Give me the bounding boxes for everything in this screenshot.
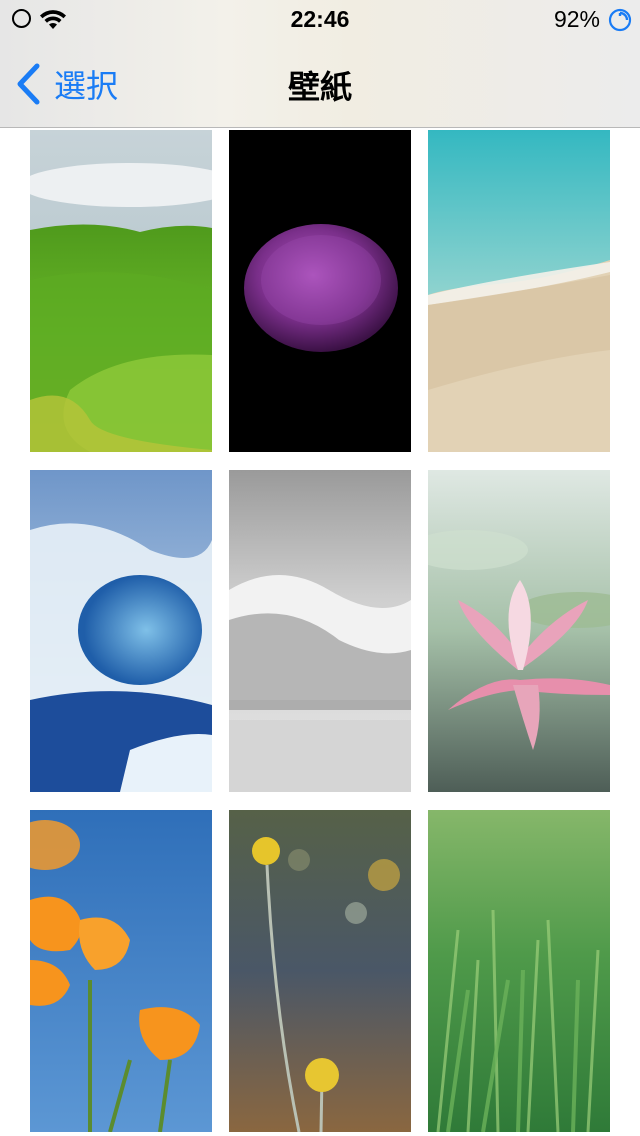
page-title: 壁紙 — [287, 69, 352, 105]
battery-percentage: 92% — [553, 6, 600, 32]
wallpaper-dewy-grass[interactable] — [428, 810, 610, 1132]
wallpaper-grid — [0, 130, 640, 1136]
blue-wave-image — [30, 470, 212, 792]
wallpaper-purple-flower[interactable] — [229, 130, 411, 452]
wallpaper-yellow-billy-buttons[interactable] — [229, 810, 411, 1132]
wallpaper-green-hills[interactable] — [30, 130, 212, 452]
navigation-bar: 選択 壁紙 — [0, 40, 640, 128]
wallpaper-orange-poppies[interactable] — [30, 810, 212, 1132]
dewy-grass-image — [428, 810, 610, 1132]
green-hills-image — [30, 130, 212, 452]
wallpaper-blue-wave[interactable] — [30, 470, 212, 792]
purple-flower-image — [229, 130, 411, 452]
lotus-image — [428, 470, 610, 792]
bw-wave-image — [229, 470, 411, 792]
status-bar: 22:46 92% — [0, 0, 640, 40]
header: 22:46 92% 選択 壁紙 — [0, 0, 640, 128]
beach-shore-image — [428, 130, 610, 452]
status-time: 22:46 — [290, 6, 350, 32]
yellow-billy-buttons-image — [229, 810, 411, 1132]
orange-poppies-image — [30, 810, 212, 1132]
wallpaper-beach-shore[interactable] — [428, 130, 610, 452]
wallpaper-bw-wave[interactable] — [229, 470, 411, 792]
wallpaper-lotus[interactable] — [428, 470, 610, 792]
battery-charging-icon — [608, 8, 632, 32]
